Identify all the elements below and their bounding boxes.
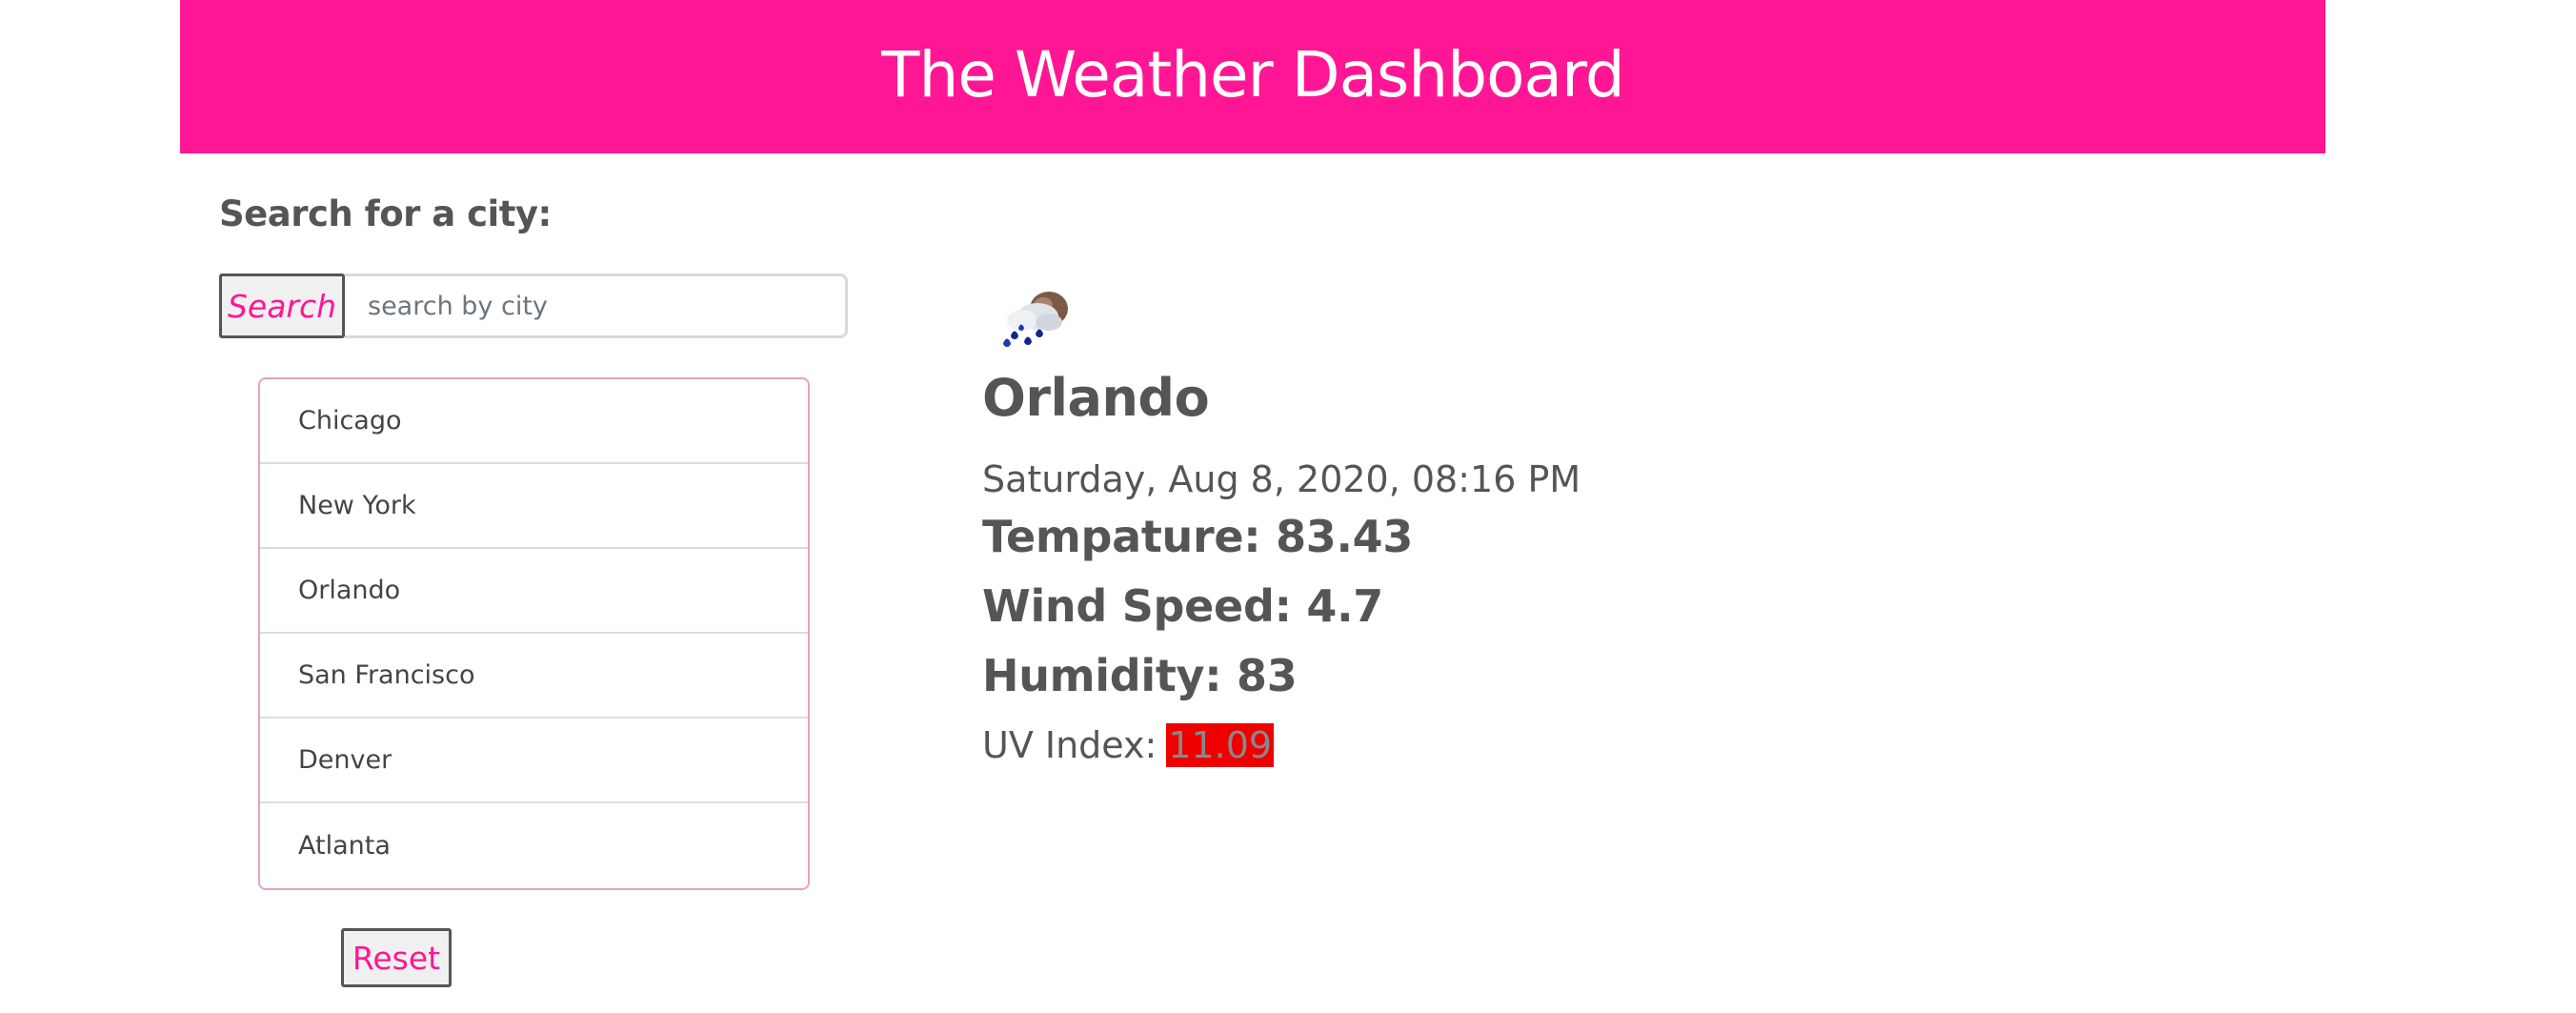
city-list-item-atlanta[interactable]: Atlanta: [260, 803, 808, 888]
current-date: Saturday, Aug 8, 2020, 08:16 PM: [982, 458, 1581, 500]
reset-button[interactable]: Reset: [341, 928, 452, 987]
search-button[interactable]: Search: [219, 274, 345, 338]
city-list-item-denver[interactable]: Denver: [260, 719, 808, 803]
city-list-item-new-york[interactable]: New York: [260, 464, 808, 549]
rain-and-cloud-icon: [1003, 292, 1068, 347]
header-banner: The Weather Dashboard: [180, 0, 2325, 153]
search-group: Search: [219, 274, 848, 338]
city-list-item-san-francisco[interactable]: San Francisco: [260, 634, 808, 719]
page-title: The Weather Dashboard: [881, 38, 1625, 111]
uv-index-label: UV Index:: [982, 724, 1157, 766]
city-list-item-orlando[interactable]: Orlando: [260, 549, 808, 634]
search-input[interactable]: [345, 274, 848, 338]
search-label: Search for a city:: [219, 193, 552, 234]
uv-index-badge: 11.09: [1166, 723, 1275, 767]
humidity-value: Humidity: 83: [982, 650, 1298, 701]
temperature-value: Tempature: 83.43: [982, 511, 1414, 562]
city-list-item-chicago[interactable]: Chicago: [260, 379, 808, 464]
uv-index-row: UV Index: 11.09: [982, 723, 1275, 767]
city-history-list: Chicago New York Orlando San Francisco D…: [258, 377, 810, 890]
wind-speed-value: Wind Speed: 4.7: [982, 580, 1383, 632]
current-city-name: Orlando: [982, 368, 1210, 428]
